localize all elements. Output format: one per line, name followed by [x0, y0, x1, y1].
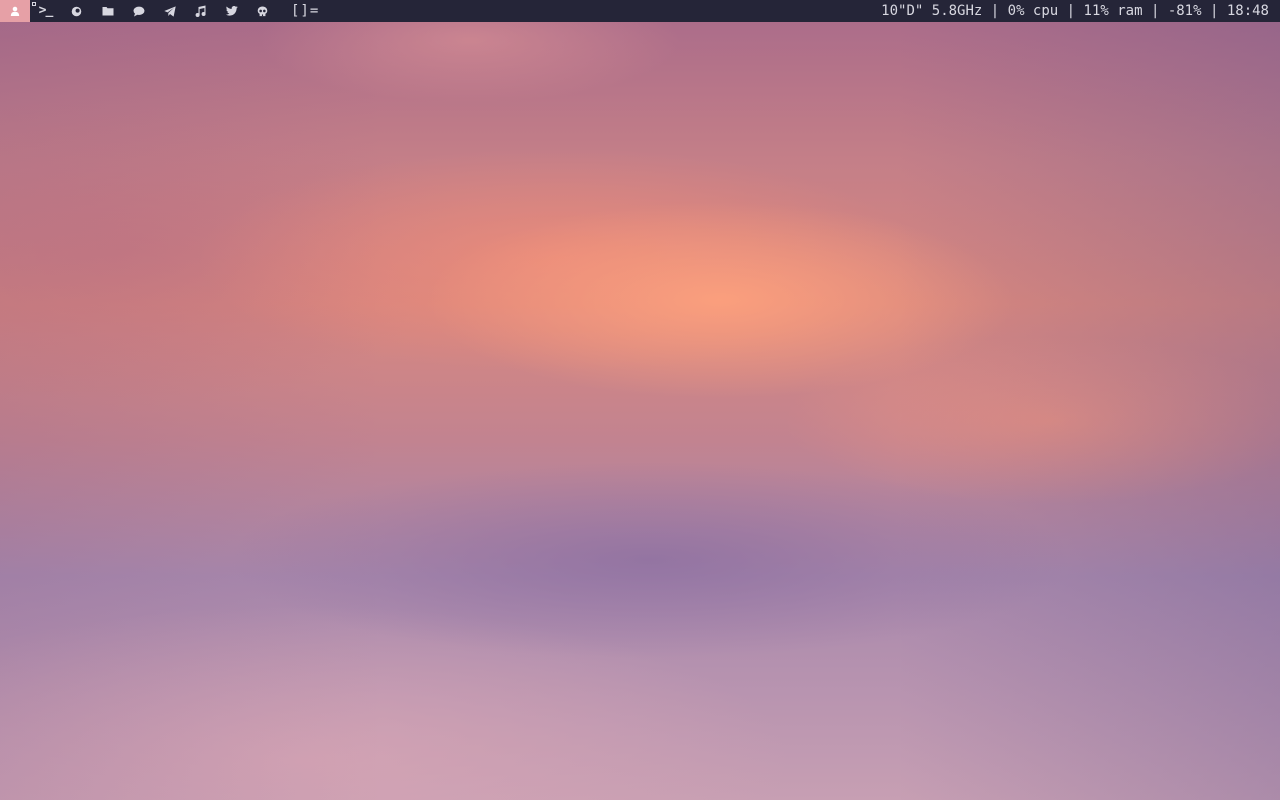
tag-music[interactable]	[185, 0, 216, 22]
tag-user[interactable]	[0, 0, 30, 22]
weather-status: 10"D"	[881, 3, 924, 19]
separator: |	[1201, 3, 1227, 19]
tag-folder[interactable]	[92, 0, 123, 22]
tag-twitter[interactable]	[216, 0, 247, 22]
occupied-indicator	[32, 2, 36, 6]
desktop-wallpaper	[0, 0, 1280, 800]
tag-terminal[interactable]: >_	[30, 0, 61, 22]
clock: 18:48	[1226, 3, 1269, 19]
separator: |	[1058, 3, 1084, 19]
folder-icon	[102, 7, 113, 16]
skull-icon	[257, 5, 268, 16]
cpu-frequency: 5.8GHz	[931, 3, 983, 19]
tag-list: >_ []=	[0, 0, 319, 22]
ram-usage: 11% ram	[1083, 3, 1143, 19]
music-icon	[195, 5, 206, 17]
status-bar: >_ []= 10"D" 5.8GHz | 0% cpu | 11% ram |…	[0, 0, 1280, 22]
browser-icon	[71, 6, 82, 16]
tag-browser[interactable]	[61, 0, 92, 22]
layout-indicator[interactable]: []=	[291, 0, 319, 22]
tag-chat[interactable]	[123, 0, 154, 22]
separator: |	[1142, 3, 1168, 19]
separator: |	[982, 3, 1008, 19]
chat-icon	[133, 6, 144, 16]
terminal-icon: >_	[38, 3, 54, 18]
cpu-usage: 0% cpu	[1007, 3, 1059, 19]
telegram-icon	[163, 5, 176, 17]
twitter-icon	[225, 6, 238, 16]
tag-telegram[interactable]	[154, 0, 185, 22]
user-icon	[10, 6, 20, 16]
volume-level: -81%	[1167, 3, 1202, 19]
status-text: 10"D" 5.8GHz | 0% cpu | 11% ram | -81% |…	[881, 0, 1280, 22]
tag-skull[interactable]	[247, 0, 278, 22]
